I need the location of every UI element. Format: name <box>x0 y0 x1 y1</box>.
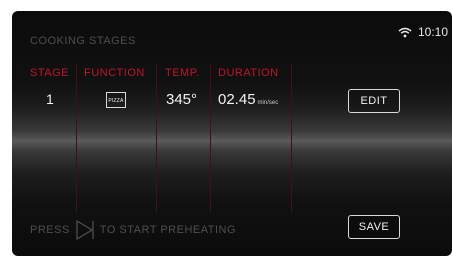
play-icon <box>76 220 94 240</box>
column-divider <box>210 63 211 213</box>
wifi-icon <box>398 27 412 37</box>
column-header-function: FUNCTION <box>84 67 145 79</box>
column-header-temp: TEMP. <box>165 67 200 79</box>
column-divider <box>156 63 157 213</box>
duration-value: 02.45 <box>218 91 256 108</box>
clock-time: 10:10 <box>417 25 448 39</box>
column-divider <box>291 63 292 213</box>
oven-screen: COOKING STAGES 10:10 STAGE FUNCTION TEMP… <box>12 11 452 256</box>
stage-number: 1 <box>46 91 54 107</box>
column-header-stage: STAGE <box>30 67 69 79</box>
page-title: COOKING STAGES <box>30 35 136 47</box>
preheat-label: TO START PREHEATING <box>99 224 237 236</box>
stage-duration: 02.45 min/sec <box>218 91 278 108</box>
duration-unit: min/sec <box>257 100 279 106</box>
column-divider <box>76 63 77 213</box>
press-label: PRESS <box>30 224 70 236</box>
column-header-duration: DURATION <box>218 67 279 79</box>
preheat-instruction: PRESS TO START PREHEATING <box>30 220 236 240</box>
status-bar: 10:10 <box>398 25 448 39</box>
save-button[interactable]: SAVE <box>348 215 400 239</box>
pizza-icon: PIZZA <box>106 92 126 108</box>
edit-button[interactable]: EDIT <box>348 89 400 113</box>
stage-temperature: 345° <box>166 91 198 108</box>
